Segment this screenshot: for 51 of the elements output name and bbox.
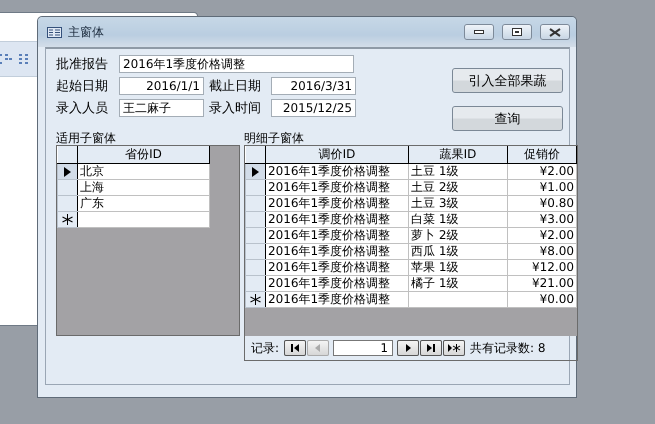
- table-cell: 土豆 3级: [408, 196, 508, 212]
- record-number-field[interactable]: 1: [333, 340, 394, 356]
- table-cell: 2016年1季度价格调整: [266, 164, 408, 180]
- table-cell: 萝卜 2级: [408, 228, 508, 244]
- field-label: 截止日期: [209, 78, 262, 95]
- subform-label: 明细子窗体: [244, 132, 305, 145]
- field-label: 录入时间: [209, 100, 262, 117]
- table-cell: ¥12.00: [508, 260, 576, 276]
- table-cell: 橘子 1级: [408, 276, 508, 292]
- table-cell: 北京: [78, 164, 210, 180]
- table-cell: 西瓜 1级: [408, 244, 508, 260]
- table-cell: 2016年1季度价格调整: [266, 180, 408, 196]
- entered-by-field[interactable]: 王二麻子: [119, 99, 204, 117]
- table-cell: 2016年1季度价格调整: [266, 244, 408, 260]
- column-header: 蔬果ID: [408, 146, 508, 164]
- record-label: 记录:: [251, 340, 280, 356]
- table-cell: 2016年1季度价格调整: [266, 260, 408, 276]
- field-label: 批准报告: [56, 56, 109, 73]
- table-cell: 上海: [78, 180, 210, 196]
- table-cell: ¥0.00: [508, 292, 576, 308]
- table-cell: ¥8.00: [508, 244, 576, 260]
- column-header: 促销价: [508, 146, 576, 164]
- table-cell: 2016年1季度价格调整: [266, 196, 408, 212]
- field-label: 起始日期: [56, 78, 109, 95]
- report-field[interactable]: 2016年1季度价格调整: [119, 55, 354, 73]
- table-cell: ¥1.00: [508, 180, 576, 196]
- table-cell: 土豆 2级: [408, 180, 508, 196]
- subform-label: 适用子窗体: [56, 132, 117, 145]
- table-cell: 2016年1季度价格调整: [266, 292, 408, 308]
- field-label: 录入人员: [56, 100, 109, 117]
- table-cell: ¥2.00: [508, 164, 576, 180]
- table-cell: 2016年1季度价格调整: [266, 212, 408, 228]
- table-cell: ¥21.00: [508, 276, 576, 292]
- end-date-field[interactable]: 2016/3/31: [271, 77, 356, 95]
- table-cell: 土豆 1级: [408, 164, 508, 180]
- column-header: 省份ID: [78, 146, 210, 164]
- table-cell: 白菜 1级: [408, 212, 508, 228]
- window-title: 主窗体: [68, 24, 104, 40]
- table-cell: 2016年1季度价格调整: [266, 276, 408, 292]
- table-cell: 2016年1季度价格调整: [266, 228, 408, 244]
- record-count: 共有记录数: 8: [470, 340, 546, 356]
- table-cell: ¥2.00: [508, 228, 576, 244]
- entered-at-field[interactable]: 2015/12/25: [271, 99, 356, 117]
- form-button[interactable]: 查询: [452, 106, 563, 131]
- table-cell: 广东: [78, 196, 210, 212]
- table-cell: 苹果 1级: [408, 260, 508, 276]
- start-date-field[interactable]: 2016/1/1: [119, 77, 204, 95]
- form-button[interactable]: 引入全部果蔬: [452, 68, 563, 93]
- column-header: 调价ID: [266, 146, 408, 164]
- table-cell: ¥3.00: [508, 212, 576, 228]
- table-cell: ¥0.80: [508, 196, 576, 212]
